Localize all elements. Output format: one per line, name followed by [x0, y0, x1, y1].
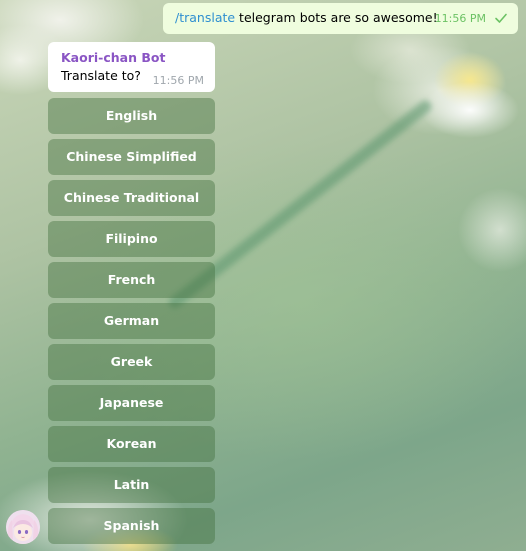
- keyboard-button-japanese[interactable]: Japanese: [48, 385, 215, 421]
- outgoing-message-bubble[interactable]: /translate telegram bots are so awesome!…: [163, 3, 518, 34]
- outgoing-message-time: 11:56 PM: [434, 12, 486, 25]
- bot-avatar[interactable]: [6, 510, 40, 544]
- keyboard-button-greek[interactable]: Greek: [48, 344, 215, 380]
- keyboard-button-english[interactable]: English: [48, 98, 215, 134]
- bot-message-time: 11:56 PM: [152, 74, 204, 87]
- bot-command-link[interactable]: /translate: [175, 10, 235, 25]
- keyboard-button-chinese-simplified[interactable]: Chinese Simplified: [48, 139, 215, 175]
- outgoing-message-text: telegram bots are so awesome!: [235, 10, 438, 25]
- keyboard-button-latin[interactable]: Latin: [48, 467, 215, 503]
- keyboard-button-spanish[interactable]: Spanish: [48, 508, 215, 544]
- bot-message-bubble[interactable]: Kaori-chan Bot Translate to? 11:56 PM: [48, 42, 215, 92]
- keyboard-button-chinese-traditional[interactable]: Chinese Traditional: [48, 180, 215, 216]
- sender-name[interactable]: Kaori-chan Bot: [61, 50, 205, 65]
- anime-avatar-icon: [6, 510, 40, 544]
- keyboard-button-german[interactable]: German: [48, 303, 215, 339]
- keyboard-button-french[interactable]: French: [48, 262, 215, 298]
- keyboard-button-filipino[interactable]: Filipino: [48, 221, 215, 257]
- keyboard-button-korean[interactable]: Korean: [48, 426, 215, 462]
- check-icon: [495, 13, 507, 23]
